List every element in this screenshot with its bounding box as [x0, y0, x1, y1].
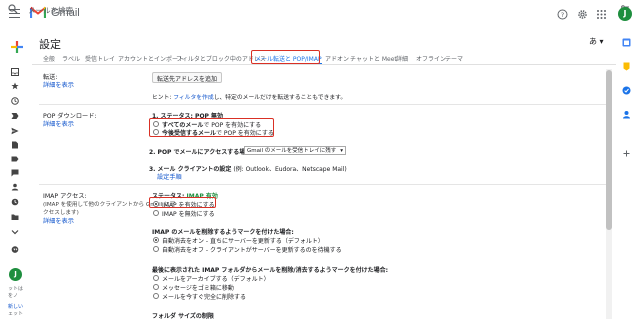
pop-opt2-bold: 今後受信するメール — [162, 130, 217, 137]
archive-message-radio[interactable] — [153, 275, 159, 281]
right-side-panel — [616, 30, 638, 322]
tab-general[interactable]: 全般 — [43, 54, 55, 63]
imap-status: ステータス: IMAP 有効 — [152, 191, 218, 200]
section-divider — [39, 184, 606, 185]
section-divider — [39, 104, 606, 105]
page-title: 設定 — [39, 38, 61, 51]
pop-step2-label: 2. POP でメールにアクセスする場合 — [149, 149, 252, 156]
auto-expunge-off-label: 自動消去をオフ - クライアントがサーバーを更新するのを待機する — [162, 247, 342, 254]
input-tools-button[interactable]: あ ▾ — [589, 36, 604, 47]
chat-snippet-line2: をノ — [8, 293, 19, 299]
svg-text:?: ? — [561, 11, 564, 19]
imap-delete-heading: IMAP のメールを削除するようマークを付けた場合: — [152, 229, 294, 236]
pop-step3-rest: (例: Outlook、Eudora、Netscape Mail) — [231, 166, 347, 173]
search-icon[interactable] — [8, 4, 18, 14]
imap-status-value: IMAP 有効 — [186, 193, 218, 200]
sent-icon[interactable] — [11, 127, 19, 135]
tab-chat-meet[interactable]: チャットと Meet — [350, 54, 397, 63]
hint-prefix: ヒント: — [152, 95, 174, 101]
folder-icon[interactable] — [11, 213, 19, 221]
inbox-icon[interactable] — [11, 68, 19, 76]
tab-forwarding-pop-imap[interactable]: メール転送と POP/IMAP — [255, 54, 322, 64]
top-bar — [0, 0, 638, 30]
pop-access-select[interactable]: Gmail のメールを受信トレイに残す ▾ — [244, 146, 346, 155]
archive-message-label: メールをアーカイブする（デフォルト） — [162, 276, 270, 283]
imap-enable-radio[interactable] — [153, 201, 159, 207]
auto-expunge-off-radio[interactable] — [153, 246, 159, 252]
settings-panel — [32, 30, 616, 322]
tab-addons[interactable]: アドオン — [325, 54, 349, 63]
hangouts-icon[interactable] — [11, 246, 19, 254]
scrollbar-thumb[interactable] — [606, 70, 612, 230]
hint-suffix: し、特定のメールだけを転送することもできます。 — [213, 95, 347, 101]
help-icon[interactable]: ? — [557, 9, 568, 20]
tab-labels[interactable]: ラベル — [62, 54, 80, 63]
search-input[interactable]: メールを検索 — [28, 5, 73, 16]
imap-learn-more-link[interactable]: 詳細を表示 — [43, 216, 74, 225]
more-labels-icon[interactable] — [11, 228, 19, 236]
tab-accounts-import[interactable]: アカウントとインポート — [118, 54, 184, 63]
compose-button[interactable] — [7, 37, 27, 57]
tab-advanced[interactable]: 詳細 — [396, 54, 408, 63]
imap-expunge-heading: 最後に表示された IMAP フォルダからメールを削除/消去するようマークを付けた… — [152, 267, 389, 274]
create-filter-link[interactable]: フィルタを作成 — [173, 95, 213, 101]
chat-avatar[interactable]: J — [9, 268, 22, 281]
imap-status-prefix: ステータス: — [152, 193, 187, 200]
pop-access-selected: Gmail のメールを受信トレイに残す — [247, 148, 337, 154]
forwarding-hint: ヒント: フィルタを作成し、特定のメールだけを転送することもできます。 — [152, 92, 346, 101]
pop-all-mail-radio[interactable] — [153, 121, 159, 127]
delete-forever-label: メールを今すぐ完全に削除する — [162, 294, 247, 301]
chat-snippet-line3: ェット — [8, 311, 24, 317]
pop-status-prefix: 1. ステータス: — [152, 113, 196, 120]
pop-from-now-label: 今後受信するメールで POP を有効にする — [162, 128, 274, 137]
tab-inbox[interactable]: 受信トレイ — [85, 54, 115, 63]
imap-access-label: IMAP アクセス: — [43, 193, 87, 200]
pop-learn-more-link[interactable]: 詳細を表示 — [43, 119, 74, 128]
imap-enable-label: IMAP を有効にする — [162, 202, 215, 209]
calendar-icon[interactable] — [622, 38, 631, 47]
imap-disable-label: IMAP を無効にする — [162, 211, 215, 218]
add-addon-icon[interactable] — [623, 150, 630, 157]
tasks-icon[interactable] — [622, 86, 631, 95]
apps-grid-icon[interactable] — [596, 9, 607, 20]
tab-themes[interactable]: テーマ — [445, 54, 463, 63]
pop-status-value: POP 無効 — [195, 113, 224, 120]
important-icon[interactable] — [11, 112, 19, 120]
label-icon[interactable] — [11, 155, 19, 163]
tab-filters-blocked[interactable]: フィルタとブロック中のアドレス — [176, 54, 266, 63]
add-forwarding-address-button[interactable]: 転送先アドレスを追加 — [152, 72, 223, 83]
imap-disable-radio[interactable] — [153, 210, 159, 216]
snoozed-icon[interactable] — [11, 97, 19, 105]
pop-opt2-rest: で POP を有効にする — [216, 130, 274, 137]
compose-plus-icon — [11, 41, 23, 53]
tab-offline[interactable]: オフライン — [416, 54, 446, 63]
dropdown-arrow-icon: ▾ — [340, 148, 343, 154]
chat-snippet-line1: ットは — [8, 286, 24, 292]
move-to-trash-radio[interactable] — [153, 284, 159, 290]
drafts-icon[interactable] — [11, 141, 19, 149]
contacts-app-icon[interactable] — [622, 110, 631, 119]
settings-gear-icon[interactable] — [577, 9, 588, 20]
account-avatar[interactable]: J — [618, 7, 632, 21]
pop-setup-instructions-link[interactable]: 設定手順 — [157, 172, 182, 181]
delete-forever-radio[interactable] — [153, 293, 159, 299]
pop-from-now-radio[interactable] — [153, 129, 159, 135]
contacts-icon[interactable] — [11, 183, 19, 191]
keep-icon[interactable] — [622, 62, 631, 71]
forwarding-learn-more-link[interactable]: 詳細を表示 — [43, 80, 74, 89]
folder-size-limit-heading: フォルダ サイズの制限 — [152, 313, 214, 320]
auto-expunge-on-label: 自動消去をオン - 直ちにサーバーを更新する（デフォルト） — [162, 238, 324, 245]
move-to-trash-label: メッセージをゴミ箱に移動 — [162, 285, 234, 292]
chat-new-link[interactable]: 新しい — [8, 303, 23, 310]
imap-description-line2: クセスします) — [43, 210, 79, 216]
scheduled-icon[interactable] — [11, 198, 19, 206]
starred-icon[interactable] — [11, 82, 19, 90]
chats-icon[interactable] — [11, 169, 19, 177]
auto-expunge-on-radio[interactable] — [153, 237, 159, 243]
pop-status: 1. ステータス: POP 無効 — [152, 111, 223, 120]
